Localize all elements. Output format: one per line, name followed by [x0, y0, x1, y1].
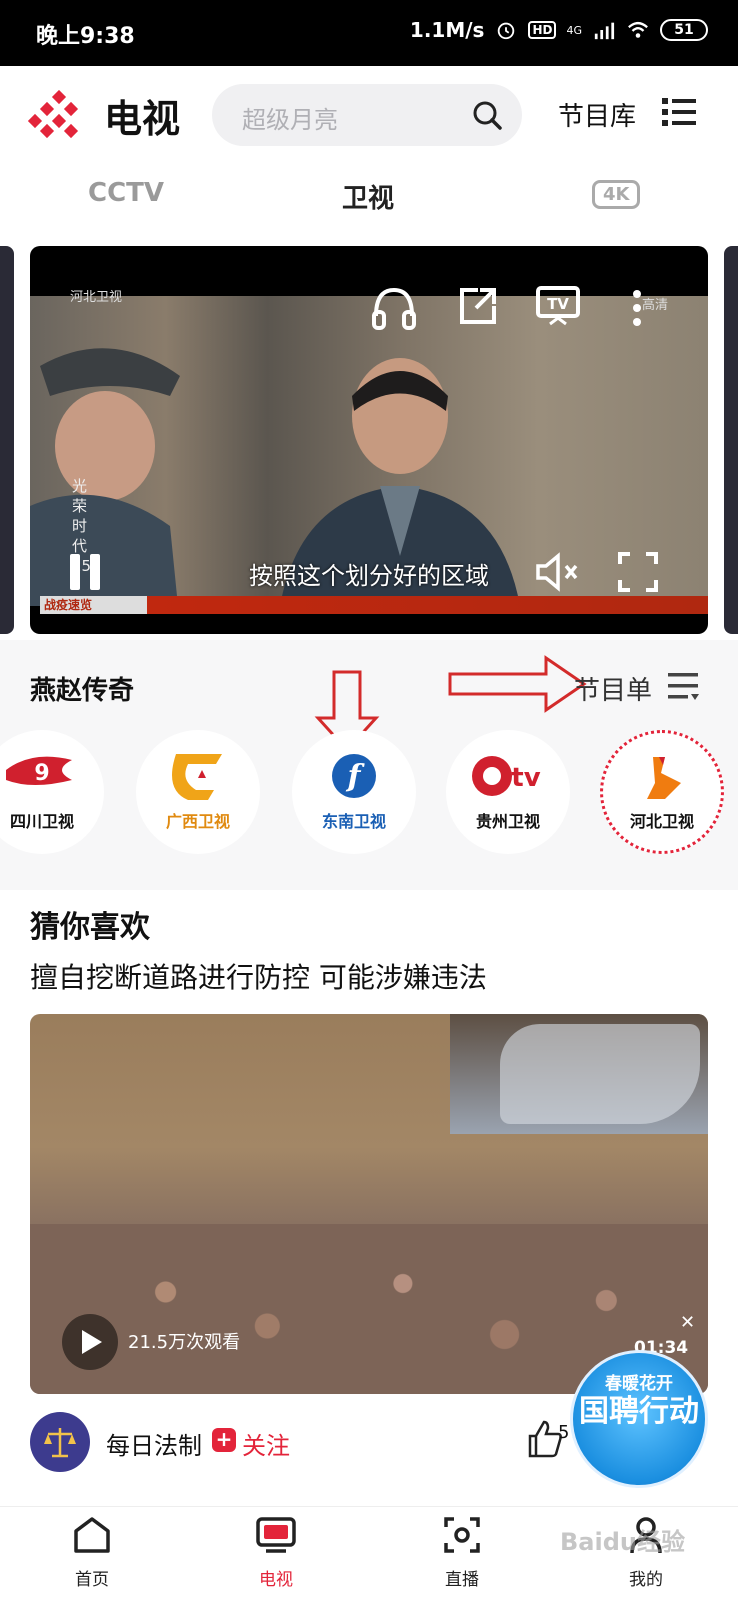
play-icon: [82, 1330, 102, 1354]
video-frame: [30, 296, 708, 606]
guizhou-tv-logo-icon: tv: [472, 756, 541, 796]
cast-tv-icon[interactable]: TV: [536, 286, 580, 326]
fullscreen-icon[interactable]: [618, 552, 658, 592]
pause-icon[interactable]: [68, 552, 102, 592]
nav-label: 电视: [259, 1570, 293, 1590]
like-icon[interactable]: [528, 1418, 562, 1458]
nav-label: 直播: [445, 1570, 479, 1590]
status-bar: 晚上9:38 1.1M/s HD 4G 51: [0, 0, 738, 66]
list-menu-icon[interactable]: [662, 96, 696, 128]
app-logo-icon: [28, 90, 79, 139]
channel-name: 四川卫视: [9, 812, 74, 831]
recommended-video[interactable]: 21.5万次观看 ✕ 01:34: [30, 1014, 708, 1394]
badge-top-text: 春暖花开: [605, 1374, 673, 1394]
sichuan-tv-logo-icon: 9: [6, 756, 72, 786]
play-button[interactable]: [62, 1314, 118, 1370]
follow-plus-icon[interactable]: +: [212, 1428, 236, 1452]
channel-hebei-active[interactable]: 河北卫视: [600, 730, 724, 854]
scales-icon: [44, 1428, 76, 1458]
search-icon[interactable]: [470, 98, 504, 132]
battery-indicator: 51: [660, 19, 708, 41]
alarm-icon: [498, 22, 515, 40]
prev-card-edge[interactable]: [0, 246, 14, 634]
nav-live[interactable]: 直播: [402, 1507, 522, 1600]
video-thumbnail-snow: [500, 1024, 700, 1124]
schedule-list-icon[interactable]: [666, 670, 700, 702]
tab-satellite[interactable]: 卫视: [342, 178, 394, 215]
svg-text:tv: tv: [511, 763, 540, 793]
mute-icon[interactable]: [534, 552, 580, 592]
ticker-label: 战疫速览: [44, 598, 93, 612]
author-avatar[interactable]: [30, 1412, 90, 1472]
dongnan-tv-logo-icon: f: [332, 754, 376, 798]
guangxi-tv-logo-icon: [172, 754, 222, 800]
signal-icon: [594, 22, 615, 40]
channel-tabs: CCTV 卫视 4K: [0, 170, 738, 230]
hd-badge: HD: [528, 21, 557, 39]
video-subtitle: 按照这个划分好的区域: [249, 562, 489, 590]
live-icon: [444, 1517, 480, 1553]
view-count: 21.5万次观看: [128, 1332, 241, 1353]
nav-tv[interactable]: 电视: [216, 1507, 336, 1600]
channel-watermark: 河北卫视: [70, 290, 123, 305]
channel-name: 广西卫视: [165, 812, 230, 831]
author-name[interactable]: 每日法制: [106, 1426, 202, 1461]
svg-text:9: 9: [34, 761, 49, 786]
schedule-button[interactable]: 节目单: [574, 670, 652, 707]
hebei-tv-logo-icon: [647, 757, 681, 799]
channel-name: 东南卫视: [321, 812, 386, 831]
annotation-arrow-right-icon: [448, 655, 587, 713]
news-ticker: 战疫速览: [40, 596, 708, 614]
tab-4k[interactable]: 4K: [592, 180, 641, 209]
channel-guizhou[interactable]: tv 贵州卫视: [446, 730, 570, 854]
page-title: 电视: [104, 97, 181, 141]
net-speed: 1.1M/s: [409, 18, 485, 42]
more-options-icon[interactable]: [630, 288, 644, 328]
section-title: 猜你喜欢: [30, 910, 150, 945]
status-time: 晚上9:38: [36, 24, 135, 49]
search-bar[interactable]: 超级月亮: [212, 84, 522, 146]
video-player[interactable]: 河北卫视 高清 光荣时代25 按照这个划分好的区域 战疫速览 TV: [30, 246, 708, 634]
current-program-name: 燕赵传奇: [30, 676, 135, 706]
badge-main-text: 国聘行动: [579, 1394, 699, 1429]
channel-sichuan[interactable]: 9 四川卫视: [0, 730, 104, 854]
headphones-icon[interactable]: [370, 286, 418, 330]
tab-cctv[interactable]: CCTV: [88, 178, 164, 208]
follow-button[interactable]: 关注: [242, 1426, 290, 1461]
next-card-edge[interactable]: [724, 246, 738, 634]
home-icon: [74, 1517, 110, 1553]
signal-label: 4G: [566, 23, 582, 37]
nav-home[interactable]: 首页: [32, 1507, 152, 1600]
quality-label[interactable]: 高清: [642, 294, 668, 313]
nav-label: 我的: [629, 1570, 663, 1590]
channel-name: 贵州卫视: [475, 812, 540, 831]
channel-selector-section: 燕赵传奇 节目单 9 四川卫视 广西卫视 f 东南卫视 tv 贵州卫视 河北卫视: [0, 640, 738, 890]
svg-text:TV: TV: [547, 295, 569, 313]
campaign-badge[interactable]: 春暖花开 国聘行动: [570, 1350, 708, 1488]
status-indicators: 1.1M/s HD 4G 51: [410, 18, 708, 42]
channel-dongnan[interactable]: f 东南卫视: [292, 730, 416, 854]
close-icon[interactable]: ✕: [680, 1312, 695, 1333]
app-header: 电视 超级月亮 节目库: [0, 66, 738, 166]
wifi-icon: [628, 21, 648, 38]
channel-guangxi[interactable]: 广西卫视: [136, 730, 260, 854]
search-placeholder: 超级月亮: [242, 106, 338, 134]
program-library-button[interactable]: 节目库: [558, 96, 636, 133]
video-headline[interactable]: 擅自挖断道路进行防控 可能涉嫌违法: [30, 956, 487, 996]
channel-name: 河北卫视: [629, 812, 694, 831]
tv-icon: [256, 1517, 296, 1553]
nav-label: 首页: [75, 1570, 109, 1590]
share-icon[interactable]: [458, 286, 498, 326]
watermark: Baidu经验: [560, 1528, 685, 1556]
